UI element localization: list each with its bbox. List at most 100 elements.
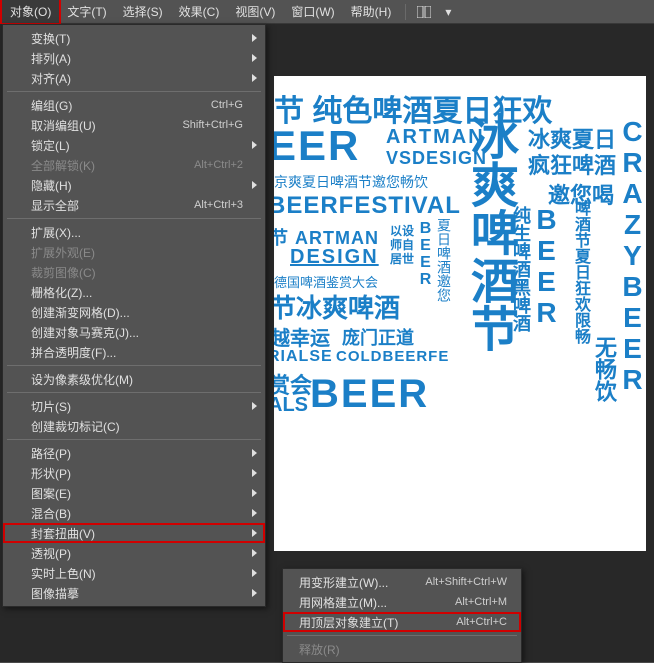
menu-item-label: 拼合透明度(F)...	[31, 344, 116, 361]
menu-item-label: 排列(A)	[31, 50, 71, 67]
submenu-item[interactable]: 用变形建立(W)... Alt+Shift+Ctrl+W	[283, 572, 521, 592]
menu-item[interactable]: 对齐(A)	[3, 68, 265, 88]
menubar-item[interactable]: 效果(C)	[171, 0, 228, 23]
menu-item[interactable]: 实时上色(N)	[3, 563, 265, 583]
menubar-item[interactable]: 对象(O)	[2, 0, 59, 23]
chevron-right-icon	[252, 509, 257, 517]
design-text: 节冰爽啤酒	[274, 288, 400, 325]
chevron-right-icon	[252, 402, 257, 410]
menubar-item[interactable]: 帮助(H)	[343, 0, 400, 23]
chevron-right-icon	[252, 449, 257, 457]
design-text: 居世	[390, 250, 414, 267]
chevron-right-icon	[252, 469, 257, 477]
object-menu-dropdown: 变换(T) 排列(A) 对齐(A) 编组(G) Ctrl+G 取消编组(U) Shift+C…	[2, 24, 266, 607]
shortcut-label: Alt+Ctrl+M	[455, 596, 507, 608]
menu-item-label: 对齐(A)	[31, 70, 71, 87]
menu-item-label: 编组(G)	[31, 97, 72, 114]
menu-item-label: 裁剪图像(C)	[31, 264, 96, 281]
menu-item-label: 透视(P)	[31, 545, 71, 562]
menu-item[interactable]: 取消编组(U) Shift+Ctrl+G	[3, 115, 265, 135]
menu-item[interactable]: 图像描摹	[3, 583, 265, 603]
submenu-item-label: 用变形建立(W)...	[299, 574, 388, 591]
menu-item[interactable]: 透视(P)	[3, 543, 265, 563]
menu-item-label: 设为像素级优化(M)	[31, 371, 133, 388]
design-text: BEER	[310, 372, 429, 417]
design-text-vertical: 夏日啤酒邀您	[434, 218, 454, 302]
menu-item-label: 栅格化(Z)...	[31, 284, 92, 301]
menu-item-label: 创建渐变网格(D)...	[31, 304, 130, 321]
design-text: 越幸运	[274, 322, 330, 351]
menubar-item[interactable]: 选择(S)	[115, 0, 171, 23]
submenu-item-label: 释放(R)	[299, 641, 340, 658]
menu-item-label: 扩展外观(E)	[31, 244, 95, 261]
chevron-right-icon	[252, 74, 257, 82]
menu-item[interactable]: 路径(P)	[3, 443, 265, 463]
menu-item-label: 锁定(L)	[31, 137, 70, 154]
shortcut-label: Ctrl+G	[211, 99, 243, 111]
menu-item: 全部解锁(K)Alt+Ctrl+2	[3, 155, 265, 175]
menu-item[interactable]: 编组(G) Ctrl+G	[3, 95, 265, 115]
menu-item[interactable]: 创建裁切标记(C)	[3, 416, 265, 436]
menu-item[interactable]: 排列(A)	[3, 48, 265, 68]
menu-item[interactable]: 混合(B)	[3, 503, 265, 523]
design-text: 京爽夏日啤酒节邀您畅饮	[274, 172, 428, 192]
menu-item-label: 封套扭曲(V)	[31, 525, 95, 542]
shortcut-label: Alt+Shift+Ctrl+W	[425, 576, 507, 588]
menu-item-label: 创建对象马赛克(J)...	[31, 324, 139, 341]
menu-item[interactable]: 封套扭曲(V)	[3, 523, 265, 543]
menu-item[interactable]: 切片(S)	[3, 396, 265, 416]
menu-item[interactable]: 栅格化(Z)...	[3, 282, 265, 302]
menu-item[interactable]: 锁定(L)	[3, 135, 265, 155]
menu-item[interactable]: 创建渐变网格(D)...	[3, 302, 265, 322]
shortcut-label: Alt+Ctrl+3	[194, 199, 243, 211]
design-text-vertical: BEER	[416, 220, 434, 288]
chevron-right-icon	[252, 549, 257, 557]
artboard: 节 纯色啤酒夏日狂欢EERARTMANVSDESIGN冰爽夏日疯狂啤酒京爽夏日啤…	[274, 76, 646, 551]
menu-item[interactable]: 图案(E)	[3, 483, 265, 503]
menu-item[interactable]: 创建对象马赛克(J)...	[3, 322, 265, 342]
menu-item-label: 取消编组(U)	[31, 117, 96, 134]
chevron-right-icon	[252, 141, 257, 149]
submenu-item[interactable]: 用顶层对象建立(T)Alt+Ctrl+C	[283, 612, 521, 632]
menu-item-label: 显示全部	[31, 197, 79, 214]
menu-item-label: 切片(S)	[31, 398, 71, 415]
menubar-item[interactable]: 窗口(W)	[283, 0, 342, 23]
submenu-item: 释放(R)	[283, 639, 521, 659]
design-text: DESIGN	[290, 246, 379, 269]
chevron-right-icon	[252, 54, 257, 62]
menubar-item[interactable]: 文字(T)	[59, 0, 114, 23]
layout-icon[interactable]	[412, 3, 436, 21]
design-text: RIALSE	[274, 348, 333, 366]
menu-item[interactable]: 扩展(X)...	[3, 222, 265, 242]
menu-item-label: 全部解锁(K)	[31, 157, 95, 174]
design-text: BEERFESTIVAL	[274, 192, 461, 220]
menu-item[interactable]: 变换(T)	[3, 28, 265, 48]
shortcut-label: Shift+Ctrl+G	[182, 119, 243, 131]
chevron-right-icon	[252, 34, 257, 42]
menu-item-label: 扩展(X)...	[31, 224, 81, 241]
dropdown-icon[interactable]: ▾	[436, 3, 460, 21]
menu-item-label: 路径(P)	[31, 445, 71, 462]
design-text-vertical: CRAZYBEER	[616, 116, 646, 395]
menu-item-label: 隐藏(H)	[31, 177, 72, 194]
design-text: 庞门正道	[342, 324, 414, 350]
design-text: EER	[274, 122, 360, 170]
shortcut-label: Alt+Ctrl+C	[456, 616, 507, 628]
menu-item-label: 混合(B)	[31, 505, 71, 522]
menu-item[interactable]: 拼合透明度(F)...	[3, 342, 265, 362]
menu-item: 裁剪图像(C)	[3, 262, 265, 282]
menu-item[interactable]: 隐藏(H)	[3, 175, 265, 195]
menu-item-label: 创建裁切标记(C)	[31, 418, 120, 435]
menu-item-label: 实时上色(N)	[31, 565, 96, 582]
menu-item[interactable]: 显示全部 Alt+Ctrl+3	[3, 195, 265, 215]
design-text: ALS	[274, 394, 308, 417]
design-text-vertical: 啤酒节夏日狂欢限畅	[568, 200, 592, 344]
menu-item[interactable]: 设为像素级优化(M)	[3, 369, 265, 389]
menu-item[interactable]: 形状(P)	[3, 463, 265, 483]
menubar-item[interactable]: 视图(V)	[227, 0, 283, 23]
menu-item: 扩展外观(E)	[3, 242, 265, 262]
chevron-right-icon	[252, 489, 257, 497]
menu-item-label: 形状(P)	[31, 465, 71, 482]
submenu-item[interactable]: 用网格建立(M)...Alt+Ctrl+M	[283, 592, 521, 612]
design-text: 疯狂啤酒	[528, 148, 616, 180]
